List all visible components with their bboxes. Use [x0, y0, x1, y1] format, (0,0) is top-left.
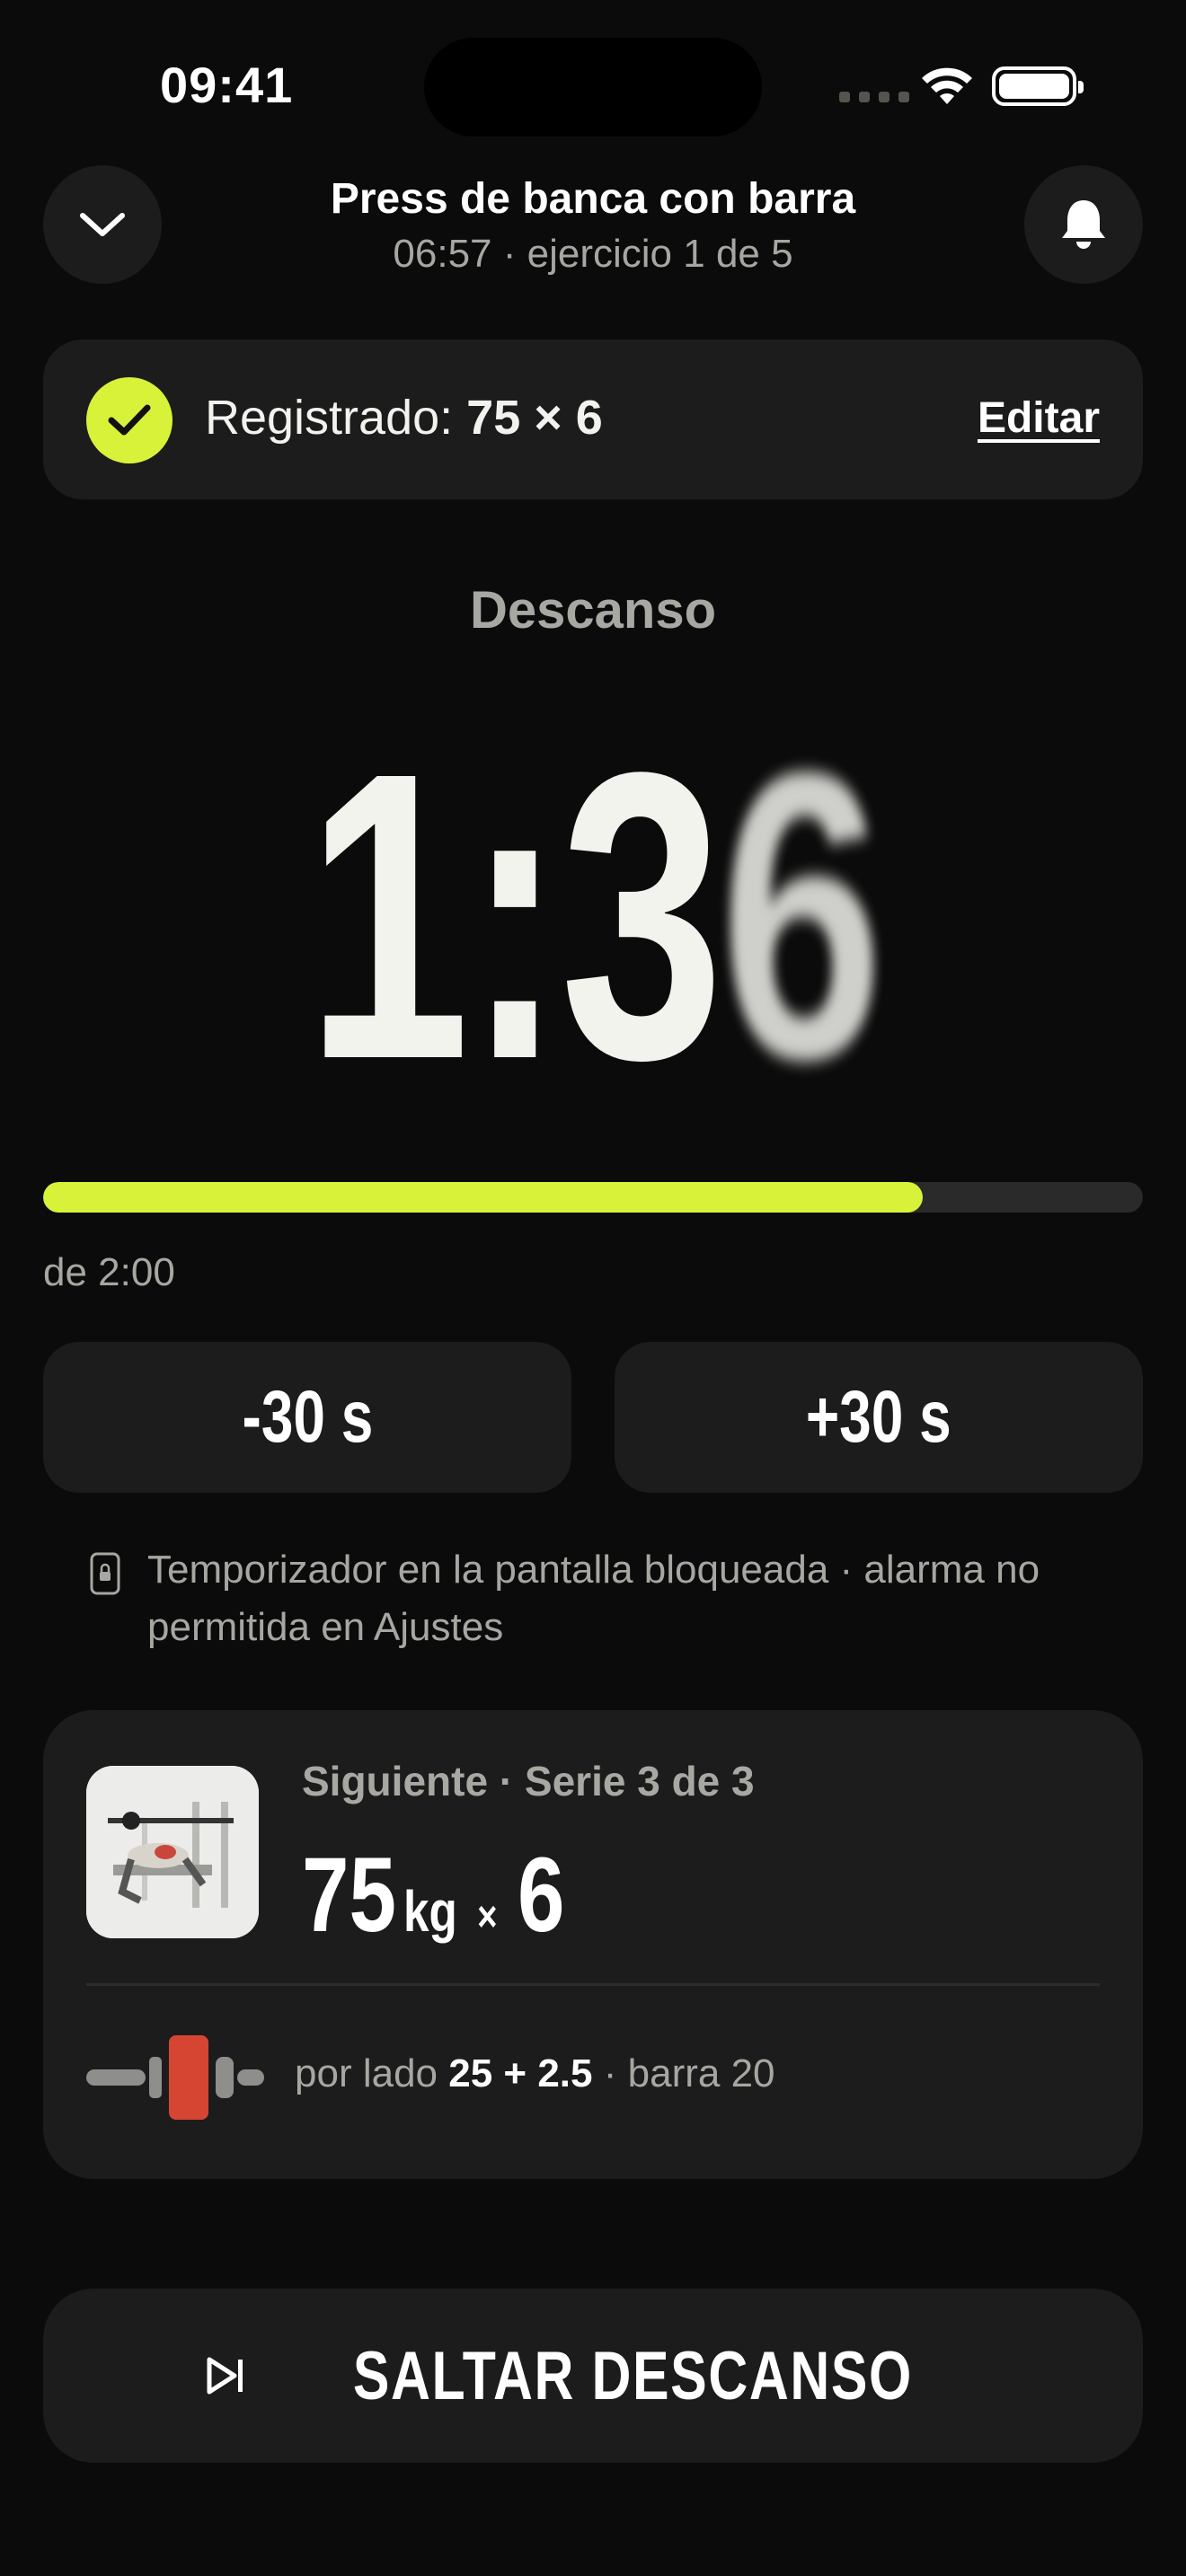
exercise-thumbnail	[86, 1766, 259, 1938]
subtract-30s-button[interactable]: -30 s	[43, 1342, 571, 1493]
skip-rest-button[interactable]: SALTAR DESCANSO	[43, 2289, 1143, 2463]
plate-breakdown: por lado 25 + 2.5 · barra 20	[295, 2051, 775, 2096]
battery-icon	[992, 66, 1084, 106]
wifi-icon	[922, 67, 972, 104]
next-reps: 6	[517, 1836, 565, 1954]
dynamic-island	[424, 38, 762, 137]
card-divider	[86, 1983, 1100, 1986]
plate-prefix: por lado	[295, 2051, 438, 2095]
notifications-button[interactable]	[1024, 165, 1143, 284]
next-set-label: Siguiente · Serie 3 de 3	[302, 1758, 755, 1804]
skip-rest-label: SALTAR DESCANSO	[352, 2337, 913, 2414]
plate-value: 25 + 2.5	[448, 2051, 593, 2095]
logged-set-text: Registrado: 75 × 6	[205, 390, 603, 446]
rest-progress-fill	[43, 1182, 924, 1213]
timer-main-digits: 1:3	[305, 688, 724, 1144]
next-set-card: Siguiente · Serie 3 de 3 75 kg × 6 por l…	[43, 1710, 1143, 2179]
next-weight-unit: kg	[403, 1879, 457, 1944]
bell-icon	[1062, 200, 1105, 249]
timer-changing-digit: 6	[720, 688, 883, 1144]
next-times-sign: ×	[477, 1893, 498, 1941]
check-icon	[86, 377, 173, 463]
exercise-progress: · ejercicio 1 de 5	[502, 232, 793, 276]
plate-suffix: · barra 20	[603, 2051, 775, 2095]
rest-total-label: de 2:00	[43, 1250, 175, 1294]
add-30s-button[interactable]: +30 s	[615, 1342, 1143, 1493]
elapsed-time: 06:57	[393, 232, 492, 276]
cellular-signal-icon	[839, 92, 909, 102]
status-time: 09:41	[160, 57, 294, 113]
exercise-subtitle: 06:57 · ejercicio 1 de 5	[0, 232, 1186, 277]
next-set-target: 75 kg × 6	[302, 1834, 565, 1956]
rest-progress-bar	[43, 1182, 1143, 1213]
edit-logged-set-link[interactable]: Editar	[978, 393, 1100, 443]
exercise-title: Press de banca con barra	[330, 175, 856, 223]
rest-label: Descanso	[469, 581, 717, 640]
logged-set-card: Registrado: 75 × 6 Editar	[43, 340, 1143, 499]
logged-prefix: Registrado:	[205, 391, 454, 445]
next-weight: 75	[302, 1836, 397, 1954]
barbell-plate-icon	[86, 2035, 264, 2120]
add-30s-label: +30 s	[806, 1376, 951, 1458]
logged-value: 75 × 6	[466, 391, 603, 445]
skip-icon	[207, 2357, 243, 2395]
rest-timer: 1:36	[166, 710, 1020, 1123]
lock-screen-note: Temporizador en la pantalla bloqueada · …	[147, 1548, 1040, 1649]
lock-icon	[90, 1552, 120, 1595]
subtract-30s-label: -30 s	[242, 1376, 373, 1458]
